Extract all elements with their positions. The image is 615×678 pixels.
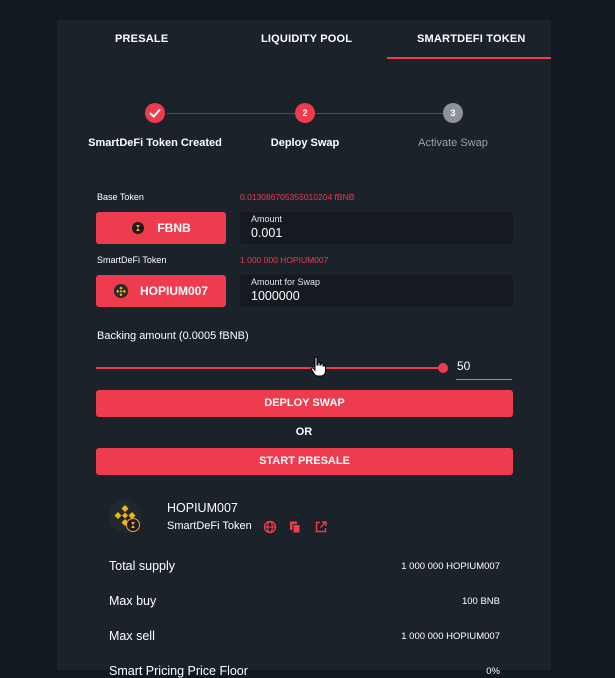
- step-label-activate-swap: Activate Swap: [418, 137, 488, 149]
- step-completed-circle: [145, 103, 165, 123]
- fbnb-token-icon: [131, 221, 146, 235]
- swap-panel: PRESALE LIQUIDITY POOL SMARTDEFI TOKEN 2…: [57, 20, 551, 678]
- stat-price-floor-label: Smart Pricing Price Floor: [109, 664, 248, 678]
- smartdefi-token-select-button[interactable]: HOPIUM007: [96, 275, 226, 307]
- base-amount-box: Amount: [240, 212, 513, 244]
- stat-max-sell-value: 1 000 000 HOPIUM007: [401, 631, 500, 642]
- stat-max-sell-label: Max sell: [109, 629, 155, 643]
- swap-amount-label: Amount for Swap: [251, 277, 321, 287]
- tab-smartdefi-token[interactable]: SMARTDEFI TOKEN: [417, 33, 526, 45]
- step-connector: [167, 113, 295, 114]
- token-avatar: [109, 500, 141, 532]
- check-icon: [149, 109, 161, 118]
- swap-amount-box: Amount for Swap: [240, 275, 513, 307]
- external-link-icon[interactable]: [314, 520, 328, 534]
- stat-max-buy-value: 100 BNB: [461, 596, 500, 607]
- backing-amount-label: Backing amount (0.0005 fBNB): [97, 330, 249, 342]
- backing-slider-track[interactable]: [96, 367, 442, 369]
- token-type: SmartDeFi Token: [167, 520, 252, 532]
- active-tab-indicator: [387, 57, 551, 59]
- stat-total-supply-value: 1 000 000 HOPIUM007: [401, 561, 500, 572]
- smartdefi-token-label: SmartDeFi Token: [97, 255, 167, 265]
- start-presale-button[interactable]: START PRESALE: [96, 448, 513, 475]
- stat-total-supply-label: Total supply: [109, 559, 176, 573]
- swap-amount-input[interactable]: [251, 289, 491, 303]
- tab-liquidity-pool[interactable]: LIQUIDITY POOL: [261, 33, 352, 45]
- step-label-token-created: SmartDeFi Token Created: [88, 137, 222, 149]
- globe-icon[interactable]: [263, 520, 277, 534]
- base-token-select-button[interactable]: FBNB: [96, 212, 226, 244]
- smartdefi-token-balance: 1 000 000 HOPIUM007: [240, 255, 329, 265]
- copy-icon[interactable]: [288, 520, 302, 534]
- base-amount-label: Amount: [251, 214, 283, 224]
- fbnb-badge-icon: [126, 518, 140, 532]
- tab-bar: PRESALE LIQUIDITY POOL SMARTDEFI TOKEN: [57, 20, 551, 60]
- tab-presale[interactable]: PRESALE: [115, 33, 168, 45]
- binance-token-icon: [113, 284, 128, 298]
- stat-price-floor-value: 0%: [486, 666, 500, 677]
- hand-cursor-icon: [310, 356, 326, 377]
- backing-value: 50: [457, 359, 471, 373]
- base-token-label: Base Token: [97, 192, 144, 202]
- stat-max-buy-label: Max buy: [109, 594, 157, 608]
- base-token-name: FBNB: [157, 221, 191, 235]
- step-label-deploy-swap: Deploy Swap: [270, 137, 340, 149]
- backing-value-field[interactable]: 50: [456, 357, 512, 380]
- token-name: HOPIUM007: [167, 501, 238, 515]
- step-pending-circle: 3: [443, 103, 463, 123]
- deploy-swap-button[interactable]: DEPLOY SWAP: [96, 390, 513, 417]
- base-token-balance: 0.013086705355010204 fBNB: [240, 192, 355, 202]
- step-connector: [315, 113, 443, 114]
- smartdefi-token-name: HOPIUM007: [139, 284, 209, 298]
- base-amount-input[interactable]: [251, 226, 491, 240]
- backing-slider-handle[interactable]: [438, 363, 448, 373]
- or-divider-label: OR: [295, 426, 313, 438]
- step-current-circle: 2: [295, 103, 315, 123]
